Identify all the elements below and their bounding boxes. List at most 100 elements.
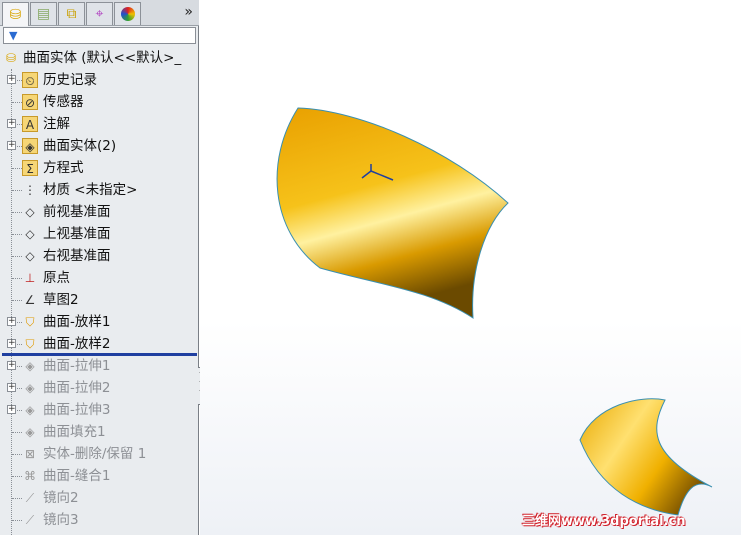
tree-item[interactable]: ◇ 前视基准面 (0, 201, 198, 223)
origin-icon: ⊥ (24, 271, 36, 285)
tree-item-label: 传感器 (43, 94, 84, 110)
graphics-viewport[interactable] (200, 0, 741, 535)
material-icon: ⋮ (24, 183, 36, 197)
tree-item-label: 曲面-拉伸2 (43, 380, 111, 396)
tab-featuremanager[interactable]: ⛁ (2, 2, 29, 26)
tree-item-label: 草图2 (43, 292, 79, 308)
tree-item[interactable]: ⌘ 曲面-缝合1 (0, 465, 198, 487)
appearance-icon (120, 7, 135, 21)
expand-toggle[interactable]: + (7, 361, 16, 370)
panel-tabs: ⛁ ▤ ⧉ ⌖ » (0, 0, 199, 26)
tree-item[interactable]: + ⏲ 历史记录 (0, 69, 198, 91)
tree-item[interactable]: ⋮ 材质 <未指定> (0, 179, 198, 201)
delete-body-icon: ⊠ (24, 447, 36, 461)
part-icon: ⛁ (5, 51, 17, 65)
tree-item-label: 镜向3 (43, 512, 79, 528)
surface-body-1 (276, 107, 509, 319)
tree-item-label: 右视基准面 (43, 248, 111, 264)
plane-icon: ◇ (25, 227, 35, 241)
watermark: 三维网www.3dportal.cn (522, 514, 686, 529)
annotation-icon: A (22, 116, 38, 132)
tree-item-label: 方程式 (43, 160, 84, 176)
extrude-icon: ◈ (25, 381, 35, 395)
expand-toggle[interactable]: + (7, 317, 16, 326)
tree-item-label: 曲面填充1 (43, 424, 106, 440)
loft-icon: ⛉ (25, 337, 35, 351)
tab-propertymanager[interactable]: ▤ (30, 2, 57, 25)
tab-display[interactable] (114, 2, 141, 25)
mirror-icon: ⟋ (25, 491, 35, 505)
sketch-icon: ∠ (24, 293, 36, 307)
rollback-bar[interactable] (2, 353, 197, 356)
tree-item[interactable]: ◇ 右视基准面 (0, 245, 198, 267)
tree-item[interactable]: + ◈ 曲面实体(2) (0, 135, 198, 157)
plane-icon: ◇ (25, 205, 35, 219)
tree-item-label: 曲面实体(2) (43, 138, 117, 154)
equation-icon: Σ (22, 160, 38, 176)
tree-item-label: 原点 (43, 270, 70, 286)
tab-configurationmanager[interactable]: ⧉ (58, 2, 85, 25)
tree-item[interactable]: + ⛉ 曲面-放样1 (0, 311, 198, 333)
expand-toggle[interactable]: + (7, 339, 16, 348)
tree-item[interactable]: ⊥ 原点 (0, 267, 198, 289)
expand-toggle[interactable]: + (7, 75, 16, 84)
tree-connector (12, 256, 22, 257)
tree-item-label: 曲面-放样1 (43, 314, 111, 330)
tree-item-label: 镜向2 (43, 490, 79, 506)
tree-item[interactable]: ◇ 上视基准面 (0, 223, 198, 245)
tree-connector (12, 102, 22, 103)
expand-toggle[interactable]: + (7, 405, 16, 414)
mirror-icon: ⟋ (25, 513, 35, 527)
more-tabs-button[interactable]: » (184, 4, 193, 20)
tree-item[interactable]: + A 注解 (0, 113, 198, 135)
sensor-icon: ⊘ (22, 94, 38, 110)
tree-item-label: 实体-删除/保留 1 (43, 446, 147, 462)
property-icon: ▤ (36, 6, 51, 22)
tree-item[interactable]: + ⛉ 曲面-放样2 (0, 333, 198, 355)
tree-connector (12, 234, 22, 235)
tree-item-label: 上视基准面 (43, 226, 111, 242)
knit-icon: ⌘ (24, 469, 36, 483)
tree-connector (12, 454, 22, 455)
tree-connector (12, 300, 22, 301)
tree-item[interactable]: + ◈ 曲面-拉伸1 (0, 355, 198, 377)
fill-icon: ◈ (25, 425, 35, 439)
filter-icon: ▼ (9, 29, 18, 42)
tree-item[interactable]: ◈ 曲面填充1 (0, 421, 198, 443)
model-view (276, 107, 713, 516)
tree-item[interactable]: Σ 方程式 (0, 157, 198, 179)
tree-root[interactable]: ⛁ 曲面实体 (默认<<默认>_ (0, 47, 198, 69)
tree-item-label: 曲面-缝合1 (43, 468, 111, 484)
tree-item-label: 曲面-放样2 (43, 336, 111, 352)
tree-item-label: 曲面-拉伸3 (43, 402, 111, 418)
feature-manager-panel: ⛁ ▤ ⧉ ⌖ » ▼ ⛁ 曲面实体 (默认<<默认>_ + ⏲ 历史记录 ⊘ 传感器 +… (0, 0, 206, 535)
tree-item[interactable]: ⟋ 镜向3 (0, 509, 198, 531)
history-icon: ⏲ (22, 72, 38, 88)
plane-icon: ◇ (25, 249, 35, 263)
tree-filter-input[interactable]: ▼ (3, 27, 196, 44)
tree-item-label: 曲面-拉伸1 (43, 358, 111, 374)
tree-item[interactable]: ∠ 草图2 (0, 289, 198, 311)
expand-toggle[interactable]: + (7, 383, 16, 392)
tree-item-label: 历史记录 (43, 72, 97, 88)
tree-item[interactable]: ⊠ 实体-删除/保留 1 (0, 443, 198, 465)
tree-item-label: 前视基准面 (43, 204, 111, 220)
tree-connector (12, 476, 22, 477)
tab-dimxpert[interactable]: ⌖ (86, 2, 113, 25)
tree-item[interactable]: + ◈ 曲面-拉伸3 (0, 399, 198, 421)
expand-toggle[interactable]: + (7, 119, 16, 128)
tree-item[interactable]: ⊘ 传感器 (0, 91, 198, 113)
tree-connector (12, 168, 22, 169)
tree-connector (12, 432, 22, 433)
tree-connector (12, 278, 22, 279)
surface-body-2 (579, 398, 713, 516)
extrude-icon: ◈ (25, 359, 35, 373)
expand-toggle[interactable]: + (7, 141, 16, 150)
tree-item[interactable]: + ◈ 曲面-拉伸2 (0, 377, 198, 399)
loft-icon: ⛉ (25, 315, 35, 329)
feature-tree-icon: ⛁ (9, 6, 22, 23)
tree-connector (12, 498, 22, 499)
surface-bodies-icon: ◈ (22, 138, 38, 154)
tree-item[interactable]: ⟋ 镜向2 (0, 487, 198, 509)
extrude-icon: ◈ (25, 403, 35, 417)
